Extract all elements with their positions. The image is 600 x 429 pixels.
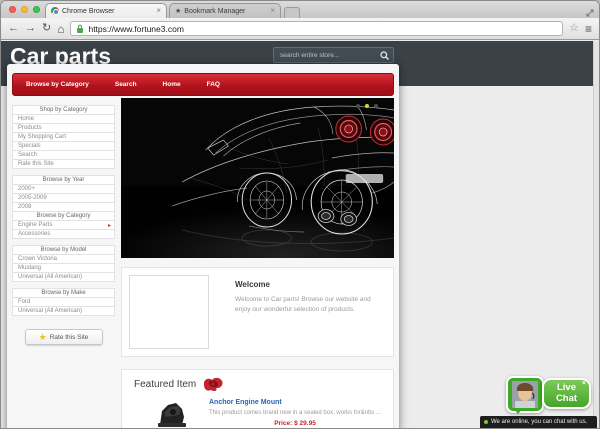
tab-close-icon[interactable]: ×: [156, 7, 161, 15]
titlebar: Chrome Browser × ★ Bookmark Manager ×: [1, 1, 599, 18]
chat-status-text: We are online, you can chat with us.: [491, 419, 587, 425]
new-tab-button[interactable]: [284, 7, 300, 18]
window-controls: [9, 6, 40, 13]
rate-button-label: Rate this Site: [50, 334, 89, 341]
product-info: Anchor Engine Mount This product comes b…: [209, 399, 381, 428]
browser-window: Chrome Browser × ★ Bookmark Manager × ← …: [0, 0, 600, 429]
welcome-body: Welcome to Car parts! Browse our website…: [235, 295, 386, 316]
tab-label: Bookmark Manager: [184, 8, 245, 15]
sidebar-item-accessories[interactable]: Accessories: [12, 229, 115, 239]
address-bar[interactable]: https://www.fortune3.com: [70, 21, 563, 36]
featured-title: Featured Item: [134, 379, 196, 390]
bookmark-star-icon[interactable]: ☆: [569, 23, 579, 34]
rate-this-site-button[interactable]: ★ Rate this Site: [25, 329, 103, 345]
chat-agent-bubble[interactable]: [506, 376, 544, 413]
slider-dot[interactable]: [356, 104, 360, 108]
padlock-icon: [76, 24, 84, 34]
minimize-window-button[interactable]: [21, 6, 28, 13]
page-content: Shop by Category Home Products My Shoppi…: [7, 98, 399, 428]
forward-icon[interactable]: →: [25, 23, 36, 34]
chrome-icon: [51, 7, 59, 15]
featured-item-card: Featured Item: [121, 369, 394, 428]
wireframe-car-image: [121, 98, 394, 258]
sidebar-item-universal-make[interactable]: Universal (All American): [12, 306, 115, 316]
url-text: https://www.fortune3.com: [88, 24, 183, 34]
product-price: Price: $ 29.95: [209, 420, 381, 427]
site-page: Browse by Category Search Home FAQ Shop …: [7, 64, 399, 428]
slider-dot[interactable]: [374, 104, 378, 108]
welcome-text: Welcome Welcome to Car parts! Browse our…: [235, 275, 386, 349]
site-search-box[interactable]: [273, 47, 394, 63]
chat-close-icon[interactable]: ×: [582, 380, 586, 387]
home-icon[interactable]: ⌂: [57, 23, 64, 35]
live-chat-label: Live Chat: [552, 383, 582, 404]
slider-dot-active[interactable]: [365, 104, 369, 108]
nav-faq[interactable]: FAQ: [194, 81, 233, 88]
featured-header: Featured Item: [130, 376, 385, 392]
sidebar-item-rate[interactable]: Rate this Site: [12, 159, 115, 169]
tab-label: Chrome Browser: [62, 8, 115, 15]
star-icon: ★: [39, 333, 47, 342]
nav-browse-by-category[interactable]: Browse by Category: [13, 81, 102, 88]
product-name-link[interactable]: Anchor Engine Mount: [209, 399, 381, 406]
sidebar-item-label: Engine Parts: [18, 222, 52, 228]
tab-chrome-browser[interactable]: Chrome Browser ×: [45, 3, 167, 18]
hero-banner[interactable]: [121, 98, 394, 258]
nav-home[interactable]: Home: [150, 81, 194, 88]
page-viewport: Car parts Browse by Category Search Home…: [1, 41, 599, 428]
star-icon: ★: [175, 8, 181, 15]
welcome-card: Welcome Welcome to Car parts! Browse our…: [121, 267, 394, 357]
online-status-icon: [484, 420, 488, 424]
agent-photo: [512, 381, 538, 408]
tab-bookmark-manager[interactable]: ★ Bookmark Manager ×: [169, 3, 281, 18]
chat-status-bar[interactable]: We are online, you can chat with us.: [480, 416, 597, 428]
slider-dots: [356, 104, 378, 108]
live-chat-button[interactable]: Live Chat ×: [542, 378, 591, 409]
close-window-button[interactable]: [9, 6, 16, 13]
sidebar: Shop by Category Home Products My Shoppi…: [12, 98, 115, 428]
back-icon[interactable]: ←: [8, 23, 19, 34]
nav-search[interactable]: Search: [102, 81, 150, 88]
scrollbar[interactable]: [593, 41, 599, 428]
menu-icon[interactable]: ≡: [585, 23, 592, 35]
tab-close-icon[interactable]: ×: [270, 7, 275, 15]
resize-icon[interactable]: [586, 4, 594, 22]
featured-product: Anchor Engine Mount This product comes b…: [130, 399, 385, 428]
product-description: This product comes brand new in a sealed…: [209, 410, 381, 416]
main-nav: Browse by Category Search Home FAQ: [12, 73, 394, 96]
search-input[interactable]: [278, 51, 380, 60]
zoom-window-button[interactable]: [33, 6, 40, 13]
ribbon-icon: [202, 376, 224, 392]
search-icon[interactable]: [380, 51, 389, 60]
tab-strip: Chrome Browser × ★ Bookmark Manager ×: [45, 3, 300, 18]
welcome-title: Welcome: [235, 280, 386, 289]
sidebar-item-universal-model[interactable]: Universal (All American): [12, 272, 115, 282]
browser-toolbar: ← → ↻ ⌂ https://www.fortune3.com ☆ ≡: [1, 18, 599, 40]
product-image[interactable]: [152, 399, 192, 428]
reload-icon[interactable]: ↻: [42, 23, 51, 34]
main-column: Welcome Welcome to Car parts! Browse our…: [121, 98, 394, 428]
welcome-image-placeholder: [129, 275, 209, 349]
